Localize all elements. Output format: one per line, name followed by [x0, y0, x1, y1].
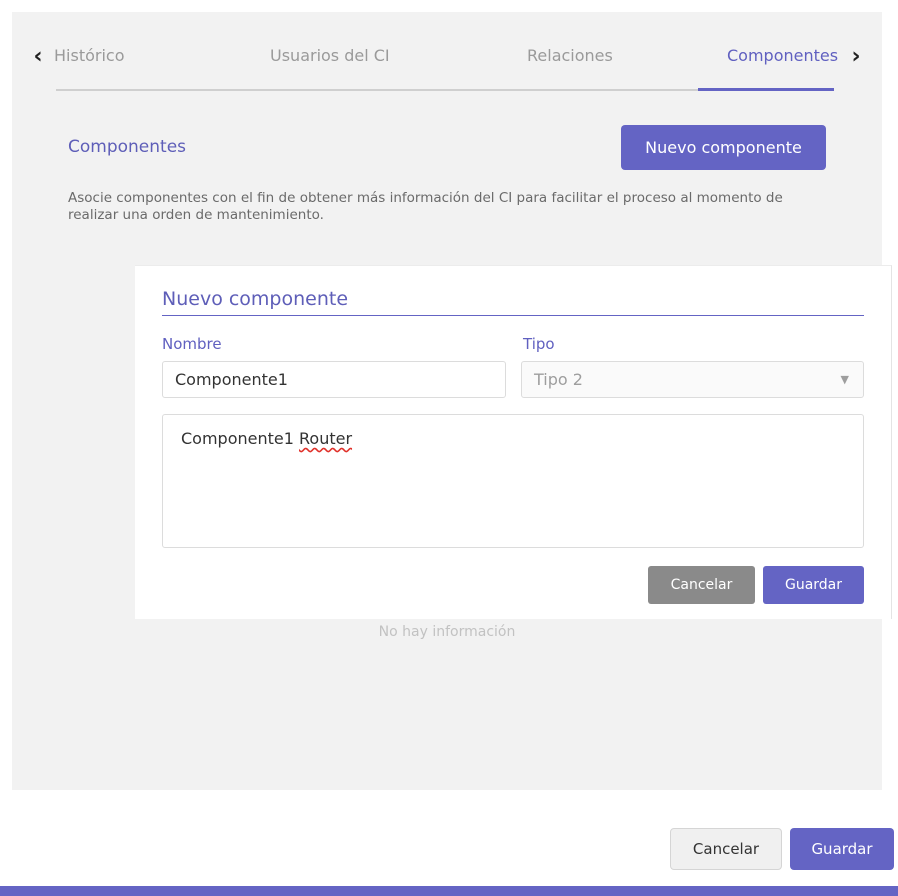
tab-relaciones[interactable]: Relaciones [527, 46, 613, 65]
new-component-form: Nuevo componente Nombre Tipo Componente1… [135, 265, 892, 619]
new-component-button[interactable]: Nuevo componente [621, 125, 826, 170]
type-select[interactable]: Tipo 2 ▼ [521, 361, 864, 398]
description-text: Componente1 [181, 429, 299, 448]
tab-historico[interactable]: Histórico [54, 46, 124, 65]
bottom-accent-bar [0, 886, 898, 896]
type-label: Tipo [523, 335, 555, 353]
tab-active-indicator [698, 88, 834, 91]
form-title: Nuevo componente [162, 288, 349, 310]
description-textarea[interactable]: Componente1 Router [162, 414, 864, 548]
caret-down-icon: ▼ [840, 373, 849, 386]
dialog-root: ‹ Histórico Usuarios del CI Relaciones C… [0, 0, 898, 896]
chevron-right-icon[interactable]: › [842, 42, 870, 70]
empty-state-message: No hay información [378, 624, 516, 640]
dialog-cancel-button[interactable]: Cancelar [670, 828, 782, 870]
misspelled-word: Router [299, 429, 353, 448]
section-title: Componentes [68, 137, 187, 157]
section-description: Asocie componentes con el fin de obtener… [68, 190, 783, 223]
name-input[interactable]: Componente1 [162, 361, 506, 398]
dialog-save-button[interactable]: Guardar [790, 828, 894, 870]
name-label: Nombre [162, 335, 222, 353]
tab-bar: ‹ Histórico Usuarios del CI Relaciones C… [12, 12, 882, 102]
form-save-button[interactable]: Guardar [763, 566, 864, 604]
form-title-divider [162, 315, 864, 316]
form-cancel-button[interactable]: Cancelar [648, 566, 755, 604]
name-input-value: Componente1 [175, 370, 288, 389]
tab-usuarios-ci[interactable]: Usuarios del CI [270, 46, 390, 65]
tab-componentes[interactable]: Componentes [727, 46, 851, 65]
chevron-left-icon[interactable]: ‹ [24, 42, 52, 70]
type-select-value: Tipo 2 [534, 370, 583, 389]
